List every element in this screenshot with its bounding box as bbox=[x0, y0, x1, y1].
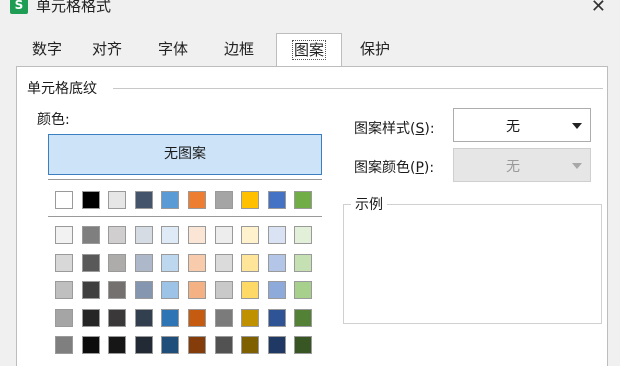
color-swatch[interactable] bbox=[267, 226, 286, 244]
pattern-color-select[interactable]: 无 bbox=[453, 148, 591, 182]
color-swatch[interactable] bbox=[161, 336, 180, 354]
sample-preview bbox=[343, 204, 602, 324]
color-swatch[interactable] bbox=[81, 226, 100, 244]
pattern-style-select[interactable]: 无 bbox=[453, 108, 591, 142]
color-swatch[interactable] bbox=[55, 308, 73, 327]
color-swatch[interactable] bbox=[134, 281, 153, 299]
color-swatch[interactable] bbox=[55, 226, 73, 244]
color-swatch[interactable] bbox=[294, 253, 313, 272]
group-divider bbox=[113, 88, 603, 89]
color-swatch[interactable] bbox=[241, 253, 260, 272]
color-swatch[interactable] bbox=[188, 226, 206, 244]
color-swatch[interactable] bbox=[214, 281, 233, 299]
color-swatch[interactable] bbox=[214, 191, 233, 209]
color-swatch[interactable] bbox=[81, 336, 100, 354]
close-button[interactable]: ✕ bbox=[591, 0, 606, 17]
cell-shading-group-label: 单元格底纹 bbox=[27, 78, 103, 98]
color-swatch[interactable] bbox=[188, 281, 206, 299]
color-swatch[interactable] bbox=[188, 253, 206, 272]
tab-protection[interactable]: 保护 bbox=[346, 33, 404, 65]
color-swatch[interactable] bbox=[294, 226, 313, 244]
color-label: 颜色: bbox=[37, 112, 70, 128]
color-swatch[interactable] bbox=[161, 253, 180, 272]
color-swatch[interactable] bbox=[161, 281, 180, 299]
palette-top-divider bbox=[48, 179, 322, 180]
pattern-color-label: 图案颜色(P): bbox=[354, 160, 435, 176]
chevron-down-icon bbox=[572, 123, 582, 129]
color-swatch[interactable] bbox=[134, 253, 153, 272]
color-swatch[interactable] bbox=[241, 336, 260, 354]
color-swatch[interactable] bbox=[214, 253, 233, 272]
color-swatch[interactable] bbox=[267, 253, 286, 272]
color-swatch[interactable] bbox=[188, 191, 206, 209]
color-swatch[interactable] bbox=[188, 336, 206, 354]
color-swatch[interactable] bbox=[108, 226, 127, 244]
no-pattern-button[interactable]: 无图案 bbox=[48, 134, 322, 175]
color-swatch[interactable] bbox=[55, 281, 73, 299]
color-swatch[interactable] bbox=[294, 308, 313, 327]
tab-alignment[interactable]: 对齐 bbox=[78, 33, 136, 65]
color-swatch[interactable] bbox=[294, 191, 313, 209]
color-swatch[interactable] bbox=[267, 191, 286, 209]
color-swatch[interactable] bbox=[241, 281, 260, 299]
color-swatch[interactable] bbox=[134, 226, 153, 244]
color-swatch[interactable] bbox=[108, 253, 127, 272]
color-swatch[interactable] bbox=[108, 308, 127, 327]
color-swatch[interactable] bbox=[161, 191, 180, 209]
color-swatch[interactable] bbox=[188, 308, 206, 327]
color-swatch[interactable] bbox=[134, 308, 153, 327]
color-swatch[interactable] bbox=[294, 336, 313, 354]
color-swatch[interactable] bbox=[214, 226, 233, 244]
color-swatch[interactable] bbox=[161, 308, 180, 327]
color-swatch[interactable] bbox=[108, 336, 127, 354]
color-swatch[interactable] bbox=[241, 191, 260, 209]
color-swatch[interactable] bbox=[161, 226, 180, 244]
chevron-down-icon bbox=[572, 163, 582, 169]
color-swatch[interactable] bbox=[267, 308, 286, 327]
tab-border[interactable]: 边框 bbox=[210, 33, 268, 65]
color-swatch[interactable] bbox=[81, 308, 100, 327]
color-swatch[interactable] bbox=[267, 281, 286, 299]
color-swatch[interactable] bbox=[241, 226, 260, 244]
tab-strip: 数字 对齐 字体 边框 图案 保护 bbox=[16, 33, 604, 67]
color-swatch[interactable] bbox=[81, 253, 100, 272]
app-icon: S bbox=[10, 0, 28, 14]
patterns-panel: 单元格底纹 颜色: 无图案 图案样式(S): 无 图案颜色(P): 无 示例 bbox=[16, 66, 608, 366]
color-swatch[interactable] bbox=[81, 191, 100, 209]
palette-divider bbox=[48, 216, 322, 217]
pattern-color-value: 无 bbox=[506, 159, 520, 175]
tab-number[interactable]: 数字 bbox=[18, 33, 76, 65]
color-swatch[interactable] bbox=[108, 281, 127, 299]
color-swatch[interactable] bbox=[241, 308, 260, 327]
tab-patterns[interactable]: 图案 bbox=[276, 33, 342, 67]
color-swatch[interactable] bbox=[134, 336, 153, 354]
color-swatch[interactable] bbox=[214, 308, 233, 327]
color-swatch[interactable] bbox=[214, 336, 233, 354]
pattern-style-label: 图案样式(S): bbox=[354, 121, 435, 137]
color-swatch[interactable] bbox=[267, 336, 286, 354]
sample-label: 示例 bbox=[351, 194, 387, 214]
tab-font[interactable]: 字体 bbox=[144, 33, 202, 65]
title-bar: S 单元格格式 ✕ bbox=[0, 0, 620, 24]
color-swatch[interactable] bbox=[294, 281, 313, 299]
dialog-title: 单元格格式 bbox=[36, 0, 112, 15]
pattern-style-value: 无 bbox=[506, 119, 520, 135]
color-swatch[interactable] bbox=[108, 191, 127, 209]
color-swatch[interactable] bbox=[81, 281, 100, 299]
color-swatch[interactable] bbox=[55, 336, 73, 354]
color-swatch[interactable] bbox=[134, 191, 153, 209]
color-swatch[interactable] bbox=[55, 253, 73, 272]
color-swatch[interactable] bbox=[55, 191, 73, 209]
